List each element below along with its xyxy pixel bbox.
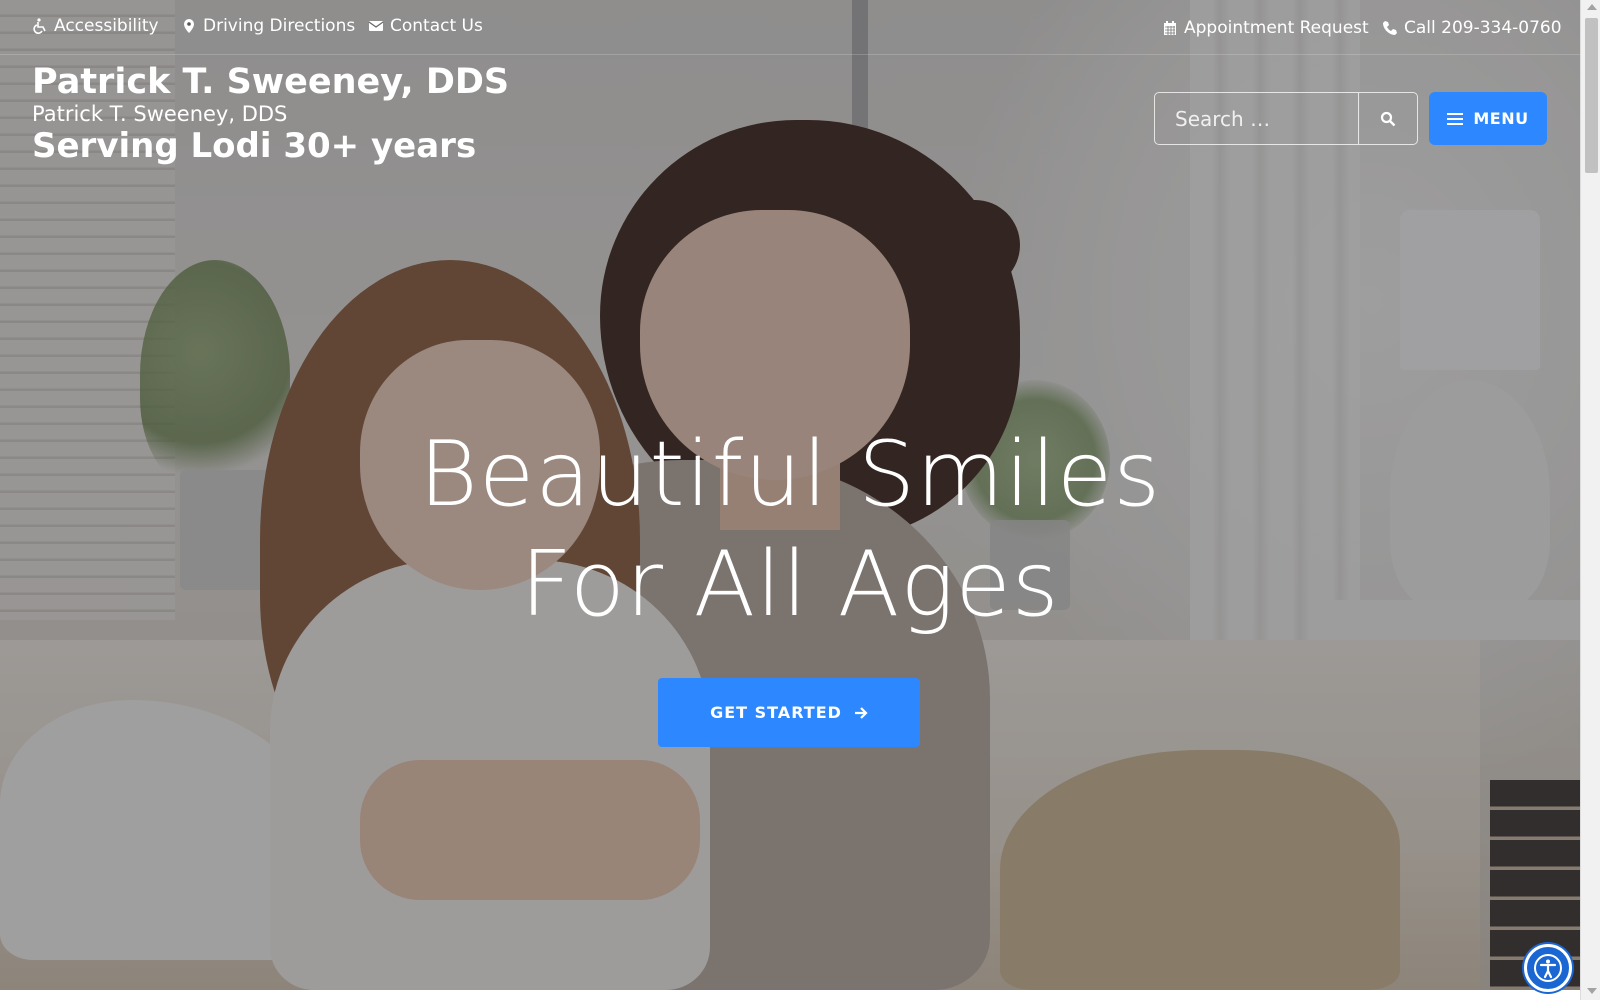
menu-button[interactable]: MENU — [1429, 92, 1547, 145]
calendar-icon — [1164, 21, 1176, 35]
hero-headline-line2: For All Ages — [520, 532, 1060, 637]
get-started-button[interactable]: GET STARTED — [658, 678, 920, 747]
search-icon — [1380, 111, 1396, 126]
hero-headline-line1: Beautiful Smiles — [418, 422, 1162, 527]
contact-us-label: Contact Us — [390, 16, 483, 36]
search-form — [1154, 92, 1418, 145]
appointment-request-link[interactable]: Appointment Request — [1162, 18, 1369, 38]
utility-bar: Accessibility Driving Directions Contact… — [0, 0, 1580, 55]
site-subtitle: Patrick T. Sweeney, DDS — [32, 102, 288, 126]
contact-us-link[interactable]: Contact Us — [368, 16, 483, 36]
scroll-thumb[interactable] — [1585, 18, 1598, 173]
appointment-request-label: Appointment Request — [1184, 18, 1369, 38]
arrow-right-icon — [854, 706, 868, 719]
accessibility-label: Accessibility — [54, 16, 159, 36]
accessibility-widget-button[interactable] — [1524, 944, 1572, 992]
call-phone-label: Call 209-334-0760 — [1404, 18, 1562, 38]
phone-icon — [1383, 21, 1397, 35]
envelope-icon — [368, 21, 384, 31]
search-button[interactable] — [1359, 93, 1417, 144]
hero-headline: Beautiful Smiles For All Ages — [300, 420, 1280, 640]
hamburger-icon — [1447, 112, 1464, 125]
call-phone-link[interactable]: Call 209-334-0760 — [1382, 18, 1562, 38]
accessibility-person-icon — [1534, 954, 1562, 982]
accessibility-link[interactable]: Accessibility — [32, 16, 159, 36]
page-scrollbar[interactable] — [1580, 0, 1600, 1000]
driving-directions-label: Driving Directions — [203, 16, 356, 36]
map-marker-icon — [184, 19, 194, 33]
driving-directions-link[interactable]: Driving Directions — [181, 16, 355, 36]
wheelchair-icon — [33, 18, 46, 34]
page-bottom-strip — [0, 990, 1580, 1000]
site-tagline: Serving Lodi 30+ years — [32, 126, 477, 166]
get-started-label: GET STARTED — [710, 703, 842, 722]
scroll-up-arrow-icon[interactable] — [1587, 4, 1597, 10]
site-title[interactable]: Patrick T. Sweeney, DDS — [32, 62, 509, 102]
search-input[interactable] — [1155, 93, 1359, 144]
menu-label: MENU — [1473, 109, 1529, 128]
scroll-down-arrow-icon[interactable] — [1587, 988, 1597, 994]
